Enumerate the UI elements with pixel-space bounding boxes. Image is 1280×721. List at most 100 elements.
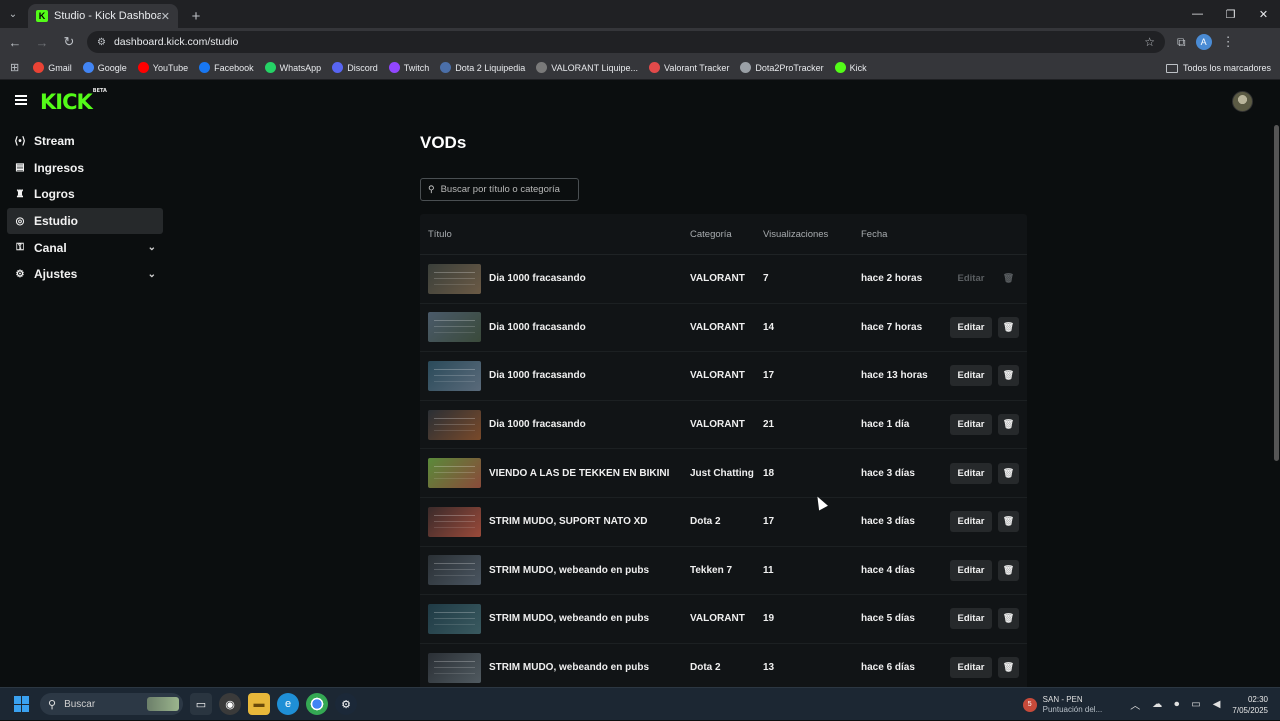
vod-actions: Editar 🗑 — [950, 608, 1027, 630]
tab-search-icon[interactable]: ⌄ — [0, 0, 26, 28]
edge-icon[interactable]: e — [277, 693, 299, 715]
steam-icon[interactable]: ⚙ — [335, 693, 357, 715]
hamburger-menu-icon[interactable] — [15, 95, 27, 105]
edit-button[interactable]: Editar — [950, 414, 992, 436]
close-window-icon[interactable]: ✕ — [1247, 0, 1280, 28]
address-url[interactable]: dashboard.kick.com/studio — [114, 36, 1144, 48]
edit-button: Editar — [957, 273, 985, 285]
sidebar-item-stream[interactable]: ⟨•⟩ Stream — [7, 128, 163, 154]
delete-trash-icon[interactable]: 🗑 — [998, 316, 1019, 338]
browser-tab-active[interactable]: K Studio - Kick Dashboard ✕ — [28, 4, 178, 28]
bookmark-item[interactable]: Valorant Tracker — [649, 62, 729, 73]
task-view-icon[interactable]: ▭ — [190, 693, 212, 715]
sidebar-item-ajustes[interactable]: ⚙ Ajustes ⌄ — [7, 261, 163, 287]
taskbar-clock[interactable]: 02:30 7/05/2025 — [1232, 694, 1268, 716]
new-tab-icon[interactable]: + — [184, 4, 208, 28]
back-icon[interactable]: ← — [3, 30, 27, 54]
sidebar-item-canal[interactable]: ⚿ Canal ⌄ — [7, 235, 163, 261]
bookmark-item[interactable]: Twitch — [388, 62, 429, 73]
table-row[interactable]: Dia 1000 fracasando VALORANT 7 hace 2 horas… — [420, 255, 1027, 304]
sidebar-item-logros[interactable]: ♜ Logros — [7, 181, 163, 207]
table-row[interactable]: STRIM MUDO, webeando en pubs VALORANT 19 ha… — [420, 595, 1027, 644]
bookmark-item[interactable]: Dota2ProTracker — [740, 62, 824, 73]
chevron-down-icon[interactable]: ⌄ — [148, 242, 156, 253]
chevron-down-icon[interactable]: ⌄ — [148, 269, 156, 280]
delete-trash-icon[interactable]: 🗑 — [998, 559, 1019, 581]
edit-button[interactable]: Editar — [950, 462, 992, 484]
cloud-icon[interactable]: ☁ — [1152, 699, 1162, 710]
edit-button[interactable]: Editar — [950, 608, 992, 630]
dota2protracker-icon — [740, 62, 752, 73]
vod-thumbnail[interactable] — [428, 555, 481, 586]
profile-avatar[interactable]: A — [1195, 34, 1212, 50]
user-avatar[interactable] — [1232, 91, 1253, 112]
table-row[interactable]: STRIM MUDO, SUPORT NATO XD Dota 2 17 hace 3… — [420, 498, 1027, 547]
address-bar[interactable]: ⚙ dashboard.kick.com/studio ☆ — [87, 31, 1165, 53]
vod-thumbnail[interactable] — [428, 360, 481, 391]
chrome-icon[interactable] — [306, 693, 328, 715]
whatsapp-icon — [264, 62, 276, 73]
vod-thumbnail[interactable] — [428, 506, 481, 537]
delete-trash-icon[interactable]: 🗑 — [998, 462, 1019, 484]
chevron-up-icon[interactable]: ︿ — [1130, 697, 1140, 712]
bookmark-item[interactable]: Gmail — [33, 62, 72, 73]
table-row[interactable]: Dia 1000 fracasando VALORANT 14 hace 7 hora… — [420, 304, 1027, 353]
restore-icon[interactable]: ❐ — [1214, 0, 1247, 28]
bookmark-item[interactable]: Kick — [834, 62, 867, 73]
edit-button[interactable]: Editar — [950, 657, 992, 679]
vod-thumbnail[interactable] — [428, 263, 481, 294]
edit-button[interactable]: Editar — [950, 316, 992, 338]
apps-grid-icon[interactable]: ⊞ — [10, 61, 19, 74]
vod-thumbnail[interactable] — [428, 312, 481, 343]
table-row[interactable]: STRIM MUDO, webeando en pubs Tekken 7 11 ha… — [420, 547, 1027, 596]
vod-thumbnail[interactable] — [428, 652, 481, 683]
search-placeholder: Buscar por título o categoría — [440, 184, 560, 195]
delete-trash-icon[interactable]: 🗑 — [998, 608, 1019, 630]
bookmark-star-icon[interactable]: ☆ — [1144, 35, 1155, 49]
table-row[interactable]: STRIM MUDO, webeando en pubs Dota 2 13 hace… — [420, 644, 1027, 687]
network-icon[interactable]: ▭ — [1191, 699, 1200, 710]
microphone-icon[interactable]: ⏺ — [1174, 699, 1179, 710]
kick-logo[interactable]: KICKBETA — [40, 88, 107, 114]
bookmark-item[interactable]: Google — [82, 62, 127, 73]
site-info-icon[interactable]: ⚙ — [97, 37, 106, 48]
bookmark-item[interactable]: Facebook — [199, 62, 254, 73]
edit-button[interactable]: Editar — [950, 365, 992, 387]
bookmark-item[interactable]: Discord — [332, 62, 378, 73]
windows-start-icon[interactable] — [14, 696, 30, 712]
facebook-icon — [199, 62, 211, 73]
delete-trash-icon[interactable]: 🗑 — [998, 414, 1019, 436]
delete-trash-icon[interactable]: 🗑 — [998, 511, 1019, 533]
all-bookmarks-button[interactable]: Todos los marcadores — [1165, 56, 1271, 80]
bookmark-item[interactable]: WhatsApp — [264, 62, 321, 73]
taskbar-search[interactable]: ⚲ Buscar — [40, 693, 183, 715]
browser-menu-icon[interactable]: ⋮ — [1222, 34, 1235, 50]
table-row[interactable]: Dia 1000 fracasando VALORANT 17 hace 13 hor… — [420, 352, 1027, 401]
forward-icon[interactable]: → — [30, 30, 54, 54]
bookmark-item[interactable]: VALORANT Liquipe... — [536, 62, 638, 73]
app-icon-game[interactable]: ◉ — [219, 693, 241, 715]
vod-thumbnail[interactable] — [428, 603, 481, 634]
volume-icon[interactable]: ◀ — [1213, 699, 1221, 710]
bookmark-item[interactable]: Dota 2 Liquipedia — [440, 62, 525, 73]
file-explorer-icon[interactable]: ▬ — [248, 693, 270, 715]
table-row[interactable]: VIENDO A LAS DE TEKKEN EN BIKINI Just Cha… — [420, 449, 1027, 498]
page-scrollbar[interactable] — [1274, 125, 1279, 461]
sidebar-item-ingresos[interactable]: ▤ Ingresos — [7, 155, 163, 181]
bookmark-item[interactable]: YouTube — [137, 62, 188, 73]
sidebar-item-estudio[interactable]: ◎ Estudio — [7, 208, 163, 235]
delete-trash-icon[interactable]: 🗑 — [998, 657, 1019, 679]
vod-thumbnail[interactable] — [428, 458, 481, 489]
broadcast-icon: ⟨•⟩ — [14, 135, 26, 147]
tab-close-icon[interactable]: ✕ — [161, 10, 170, 23]
edit-button[interactable]: Editar — [950, 511, 992, 533]
extensions-icon[interactable]: ⧉ — [1177, 35, 1186, 50]
delete-trash-icon[interactable]: 🗑 — [998, 365, 1019, 387]
minimize-icon[interactable]: — — [1181, 0, 1214, 28]
weather-widget[interactable]: 5 SAN - PEN Puntuación del... — [1022, 695, 1102, 715]
table-row[interactable]: Dia 1000 fracasando VALORANT 21 hace 1 día E… — [420, 401, 1027, 450]
vod-thumbnail[interactable] — [428, 409, 481, 440]
edit-button[interactable]: Editar — [950, 559, 992, 581]
reload-icon[interactable]: ↻ — [57, 30, 81, 54]
vod-search-input[interactable]: ⚲ Buscar por título o categoría — [420, 178, 579, 201]
